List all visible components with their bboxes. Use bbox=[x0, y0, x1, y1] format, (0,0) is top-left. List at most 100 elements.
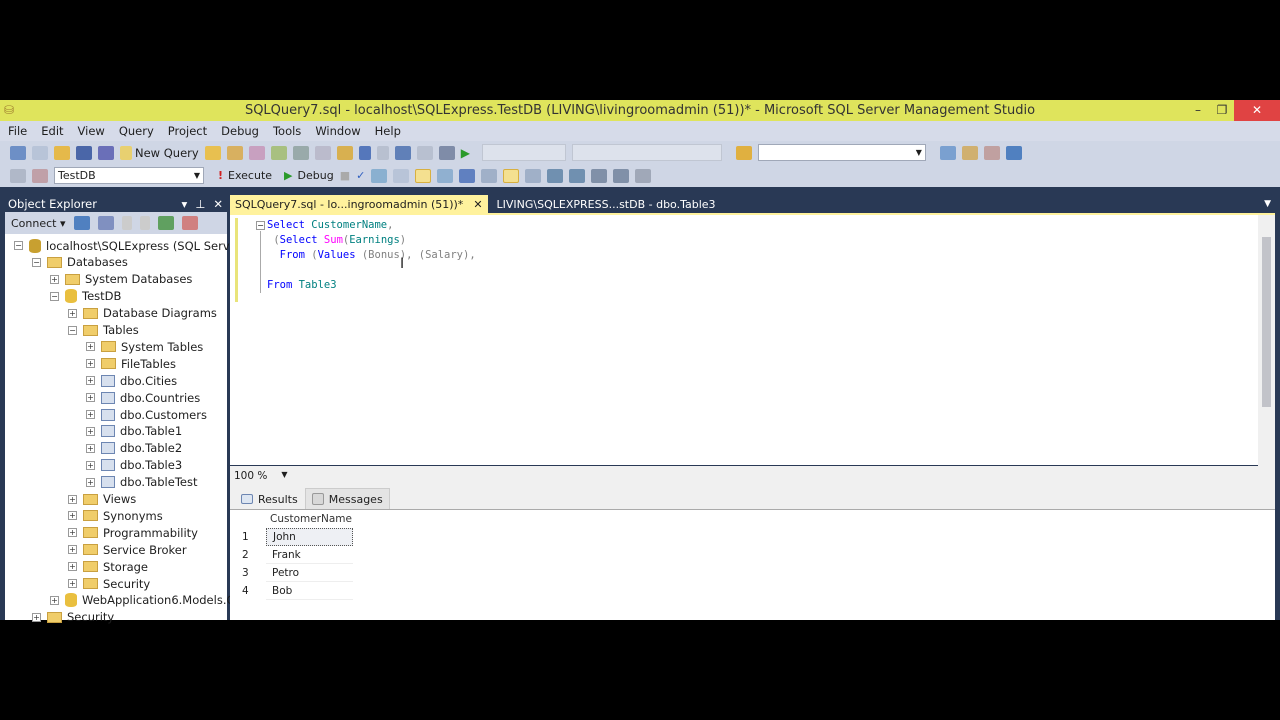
collapse-icon[interactable]: − bbox=[68, 325, 77, 335]
tree-node[interactable]: − Databases bbox=[32, 254, 128, 271]
tab-sqlquery7[interactable]: SQLQuery7.sql - lo...ingroomadmin (51))*… bbox=[230, 195, 488, 213]
options-icon[interactable] bbox=[1005, 145, 1022, 160]
tree-node[interactable]: + FileTables bbox=[86, 355, 176, 372]
menu-edit[interactable]: Edit bbox=[41, 124, 63, 138]
stop-icon[interactable] bbox=[121, 216, 132, 230]
expand-icon[interactable]: + bbox=[68, 545, 77, 555]
redo-icon[interactable] bbox=[376, 145, 389, 160]
paste-icon[interactable] bbox=[336, 145, 353, 160]
tree-node[interactable]: + WebApplication6.Models.Co bbox=[50, 592, 242, 609]
tree-node[interactable]: + dbo.Table1 bbox=[86, 423, 182, 440]
menu-view[interactable]: View bbox=[78, 124, 105, 138]
navigate-forward-icon[interactable] bbox=[416, 145, 433, 160]
tree-node[interactable]: + Storage bbox=[68, 558, 148, 575]
close-panel-icon[interactable]: ✕ bbox=[213, 197, 223, 211]
grid-cell[interactable]: Frank bbox=[266, 546, 353, 564]
expand-icon[interactable]: + bbox=[68, 528, 77, 538]
menu-tools[interactable]: Tools bbox=[273, 124, 301, 138]
menu-debug[interactable]: Debug bbox=[221, 124, 259, 138]
expand-icon[interactable]: + bbox=[86, 359, 95, 369]
tree-node[interactable]: + Security bbox=[68, 575, 150, 592]
tree-node[interactable]: + Views bbox=[68, 491, 136, 508]
menu-help[interactable]: Help bbox=[375, 124, 401, 138]
tree-node[interactable]: + dbo.TableTest bbox=[86, 474, 197, 491]
start-icon[interactable]: ▶ bbox=[461, 146, 470, 160]
navigate-backward-icon[interactable] bbox=[394, 145, 411, 160]
new-project-icon[interactable] bbox=[10, 145, 26, 160]
collapse-icon[interactable]: − bbox=[32, 257, 41, 267]
undo-icon[interactable] bbox=[358, 145, 371, 160]
copy-icon[interactable] bbox=[314, 145, 331, 160]
row-number[interactable]: 2 bbox=[242, 546, 249, 564]
disconnect-icon[interactable] bbox=[32, 168, 48, 183]
menu-project[interactable]: Project bbox=[168, 124, 207, 138]
expand-icon[interactable]: + bbox=[86, 376, 95, 386]
client-statistics-icon[interactable] bbox=[459, 168, 476, 183]
tree-node[interactable]: + Synonyms bbox=[68, 507, 163, 524]
connect-icon[interactable] bbox=[10, 168, 26, 183]
results-to-text-icon[interactable] bbox=[481, 168, 498, 183]
tree-node[interactable]: + System Tables bbox=[86, 338, 203, 355]
query-designer-icon[interactable] bbox=[393, 168, 410, 183]
close-tab-icon[interactable]: ✕ bbox=[473, 198, 482, 211]
save-icon[interactable] bbox=[76, 145, 92, 160]
save-all-icon[interactable] bbox=[98, 145, 114, 160]
toolbox-icon[interactable] bbox=[983, 145, 1000, 160]
tree-node[interactable]: + Security bbox=[32, 609, 114, 626]
tree-node[interactable]: − Tables bbox=[68, 322, 139, 339]
expand-icon[interactable]: + bbox=[86, 393, 95, 403]
tree-node[interactable]: + System Databases bbox=[50, 271, 192, 288]
solution-explorer-icon[interactable] bbox=[939, 145, 956, 160]
solution-config-dropdown[interactable] bbox=[481, 144, 566, 161]
decrease-indent-icon[interactable] bbox=[591, 168, 608, 183]
expand-icon[interactable]: + bbox=[68, 511, 77, 521]
grid-cell[interactable]: Petro bbox=[266, 564, 353, 582]
filter-icon[interactable] bbox=[139, 216, 150, 230]
tree-node[interactable]: − localhost\SQLExpress (SQL Server 11 bbox=[14, 237, 260, 254]
tree-node[interactable]: + dbo.Cities bbox=[86, 372, 177, 389]
row-number[interactable]: 4 bbox=[242, 582, 249, 600]
find-in-files-icon[interactable] bbox=[735, 145, 752, 160]
analysis-query-icon[interactable] bbox=[226, 145, 243, 160]
results-to-file-icon[interactable] bbox=[525, 168, 542, 183]
expand-icon[interactable]: + bbox=[68, 494, 77, 504]
tab-table3[interactable]: LIVING\SQLEXPRESS...stDB - dbo.Table3 bbox=[492, 195, 721, 213]
template-params-icon[interactable] bbox=[635, 168, 652, 183]
open-file-icon[interactable] bbox=[54, 145, 70, 160]
find-dropdown[interactable]: ▼ bbox=[757, 144, 926, 161]
grid-cell[interactable]: Bob bbox=[266, 582, 353, 600]
include-plan-icon[interactable] bbox=[437, 168, 454, 183]
expand-icon[interactable]: + bbox=[50, 274, 59, 284]
debug-button[interactable]: ▶ Debug bbox=[284, 169, 334, 182]
expand-icon[interactable]: + bbox=[86, 426, 95, 436]
pin-icon[interactable]: ⊥ bbox=[195, 197, 205, 211]
mdx-query-icon[interactable] bbox=[248, 145, 265, 160]
comment-icon[interactable] bbox=[547, 168, 564, 183]
expand-icon[interactable]: + bbox=[68, 308, 77, 318]
row-number[interactable]: 1 bbox=[242, 528, 249, 546]
column-header-customername[interactable]: CustomerName bbox=[270, 510, 352, 528]
tree-node[interactable]: − TestDB bbox=[50, 288, 121, 305]
scroll-thumb[interactable] bbox=[1262, 237, 1271, 407]
tree-node[interactable]: + Database Diagrams bbox=[68, 305, 217, 322]
expand-icon[interactable]: + bbox=[86, 410, 95, 419]
cut-icon[interactable] bbox=[292, 145, 309, 160]
close-button[interactable]: ✕ bbox=[1234, 100, 1280, 121]
parse-check-icon[interactable]: ✓ bbox=[356, 169, 365, 182]
expand-icon[interactable]: + bbox=[68, 562, 77, 572]
connect-dropdown[interactable]: Connect ▾ bbox=[11, 217, 66, 230]
tab-messages[interactable]: Messages bbox=[304, 488, 390, 509]
restore-button[interactable]: ❐ bbox=[1208, 100, 1236, 121]
collapse-icon[interactable]: − bbox=[50, 291, 59, 301]
database-dropdown[interactable]: TestDB ▼ bbox=[54, 167, 204, 184]
expand-icon[interactable]: + bbox=[68, 579, 77, 588]
expand-icon[interactable]: + bbox=[86, 443, 95, 453]
results-grid[interactable]: CustomerName 1 John 2 Frank 3 Petro 4 Bob bbox=[230, 509, 1275, 620]
expand-icon[interactable]: + bbox=[86, 477, 95, 487]
expand-icon[interactable]: + bbox=[50, 595, 59, 605]
properties-icon[interactable] bbox=[961, 145, 978, 160]
expand-icon[interactable]: + bbox=[86, 342, 95, 352]
database-engine-query-icon[interactable] bbox=[204, 145, 221, 160]
grid-cell[interactable]: John bbox=[266, 528, 353, 546]
tree-node[interactable]: + dbo.Countries bbox=[86, 389, 200, 406]
